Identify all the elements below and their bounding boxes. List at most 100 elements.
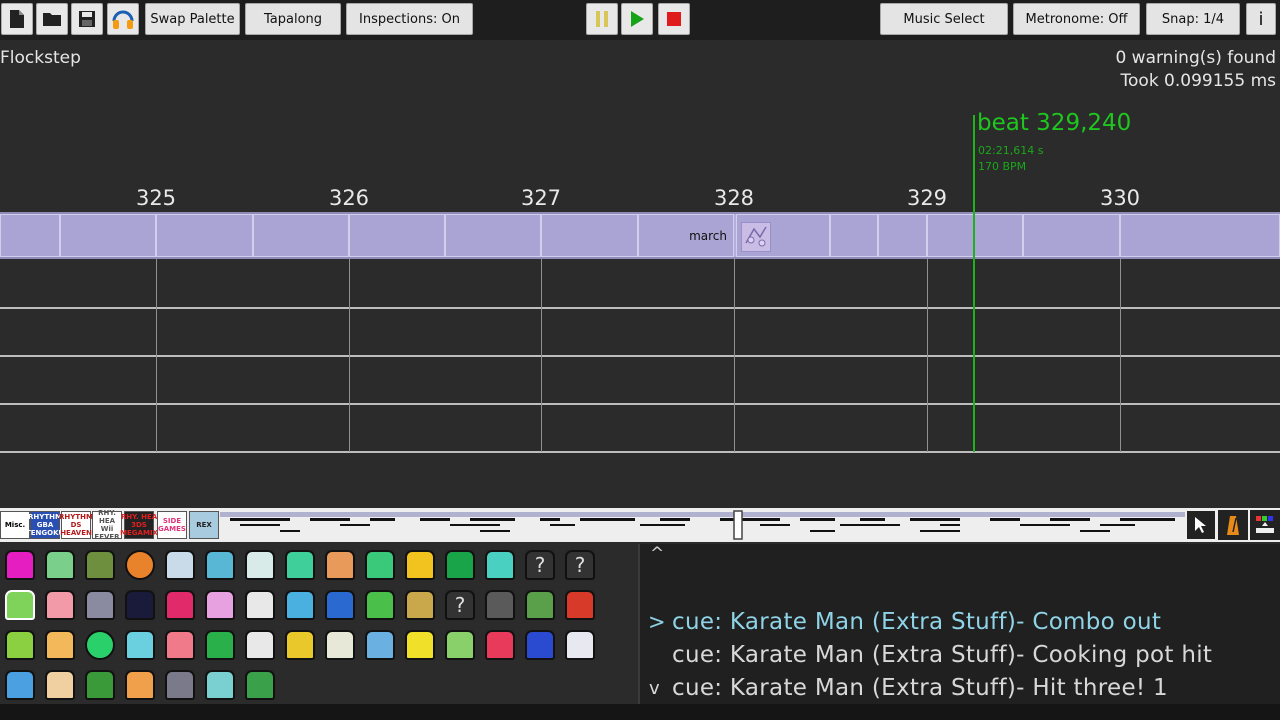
minimap-viewport-handle[interactable] — [733, 510, 743, 540]
game-icon[interactable] — [485, 550, 515, 580]
console-tab-rex[interactable]: REX — [189, 511, 219, 539]
console-tab-3ds[interactable]: RHY. HEA 3DS MEGAMIX — [120, 511, 158, 539]
unknown-game-icon[interactable]: ? — [565, 550, 595, 580]
playhead-time: 02:21,614 s — [978, 144, 1044, 157]
selected-game-icon[interactable] — [5, 590, 35, 620]
beat-label: 326 — [328, 186, 370, 210]
flockstep-game-icon — [741, 222, 771, 252]
march-event-block[interactable]: march — [638, 214, 734, 257]
game-icon[interactable] — [125, 670, 155, 700]
lane-divider — [0, 403, 1280, 405]
game-icon[interactable] — [285, 630, 315, 660]
event-block[interactable] — [736, 214, 830, 257]
event-block[interactable] — [253, 214, 349, 257]
game-icon[interactable] — [565, 630, 595, 660]
event-block[interactable] — [156, 214, 253, 257]
console-tab-ds[interactable]: RHYTHM DS HEAVEN — [59, 511, 93, 539]
game-icon[interactable] — [525, 590, 555, 620]
event-block[interactable] — [1023, 214, 1120, 257]
event-block[interactable] — [1120, 214, 1280, 257]
game-icon[interactable] — [245, 630, 275, 660]
playhead-beat: beat 329,240 — [977, 110, 1132, 136]
game-icon[interactable] — [365, 590, 395, 620]
beat-gridline — [1120, 259, 1121, 452]
minimap-overview[interactable] — [220, 510, 1185, 540]
game-icon[interactable] — [325, 550, 355, 580]
game-icon[interactable] — [445, 630, 475, 660]
console-tab-wii[interactable]: RHY. HEA Wii FEVER — [92, 509, 122, 541]
game-icon[interactable] — [45, 590, 75, 620]
special-track-icon[interactable] — [1250, 510, 1280, 540]
game-icon[interactable] — [85, 630, 115, 660]
event-block[interactable] — [60, 214, 156, 257]
game-icon[interactable] — [485, 630, 515, 660]
game-icon[interactable] — [85, 550, 115, 580]
game-icon[interactable] — [405, 550, 435, 580]
game-icon[interactable] — [405, 590, 435, 620]
game-icon[interactable] — [325, 630, 355, 660]
game-icon[interactable] — [525, 630, 555, 660]
game-icon[interactable] — [245, 550, 275, 580]
event-block[interactable] — [0, 214, 60, 257]
game-icon[interactable] — [485, 590, 515, 620]
select-tool-icon[interactable] — [1186, 510, 1216, 540]
event-block[interactable] — [927, 214, 1023, 257]
timeline[interactable]: 325 326 327 328 329 330 march beat 329,2… — [0, 0, 1280, 500]
game-icon[interactable] — [285, 550, 315, 580]
game-icon[interactable] — [565, 590, 595, 620]
game-icon[interactable] — [165, 550, 195, 580]
beat-label: 329 — [906, 186, 948, 210]
game-icon[interactable] — [85, 590, 115, 620]
console-tab-gba[interactable]: RHYTHM GBA TENGOKU — [26, 511, 64, 539]
event-block[interactable] — [349, 214, 445, 257]
bottom-bar — [0, 704, 1280, 720]
game-icon[interactable] — [285, 590, 315, 620]
playhead-bpm: 170 BPM — [978, 160, 1027, 173]
game-icon[interactable] — [45, 670, 75, 700]
inspection-console[interactable]: ^ > cue: Karate Man (Extra Stuff)- Combo… — [638, 544, 1280, 704]
game-icon[interactable] — [45, 630, 75, 660]
lane-divider — [0, 451, 1280, 453]
game-icon[interactable] — [165, 590, 195, 620]
game-icon[interactable] — [5, 670, 35, 700]
event-block[interactable] — [541, 214, 638, 257]
scroll-up-caret[interactable]: ^ — [650, 544, 664, 564]
game-icon[interactable] — [205, 550, 235, 580]
game-icon[interactable] — [205, 670, 235, 700]
unknown-game-icon[interactable]: ? — [445, 590, 475, 620]
game-icon[interactable] — [125, 550, 155, 580]
game-icon[interactable] — [245, 670, 275, 700]
game-icon[interactable] — [325, 590, 355, 620]
console-line-selected[interactable]: cue: Karate Man (Extra Stuff)- Combo out — [672, 609, 1161, 635]
lane-divider — [0, 355, 1280, 357]
game-icon[interactable] — [5, 630, 35, 660]
game-icon[interactable] — [165, 630, 195, 660]
game-icon[interactable] — [445, 550, 475, 580]
game-icon[interactable] — [205, 590, 235, 620]
game-icon[interactable] — [85, 670, 115, 700]
playhead[interactable] — [973, 115, 975, 452]
event-block[interactable] — [878, 214, 927, 257]
beat-label: 330 — [1099, 186, 1141, 210]
game-icon[interactable] — [45, 550, 75, 580]
tempo-tool-icon[interactable] — [1218, 510, 1248, 540]
event-block[interactable] — [445, 214, 541, 257]
game-icon[interactable] — [5, 550, 35, 580]
scroll-down-caret[interactable]: v — [649, 678, 660, 699]
game-icon[interactable] — [405, 630, 435, 660]
game-icon[interactable] — [245, 590, 275, 620]
console-line[interactable]: cue: Karate Man (Extra Stuff)- Cooking p… — [672, 642, 1212, 668]
game-icon[interactable] — [125, 630, 155, 660]
unknown-game-icon[interactable]: ? — [525, 550, 555, 580]
console-line[interactable]: cue: Karate Man (Extra Stuff)- Hit three… — [672, 675, 1168, 701]
beat-gridline — [349, 259, 350, 452]
beat-gridline — [927, 259, 928, 452]
selected-line-marker: > — [648, 610, 666, 634]
event-block[interactable] — [830, 214, 878, 257]
game-icon[interactable] — [365, 550, 395, 580]
game-icon[interactable] — [165, 670, 195, 700]
game-icon[interactable] — [365, 630, 395, 660]
console-tab-side-games[interactable]: SIDE GAMES — [157, 511, 187, 539]
game-icon[interactable] — [205, 630, 235, 660]
game-icon[interactable] — [125, 590, 155, 620]
